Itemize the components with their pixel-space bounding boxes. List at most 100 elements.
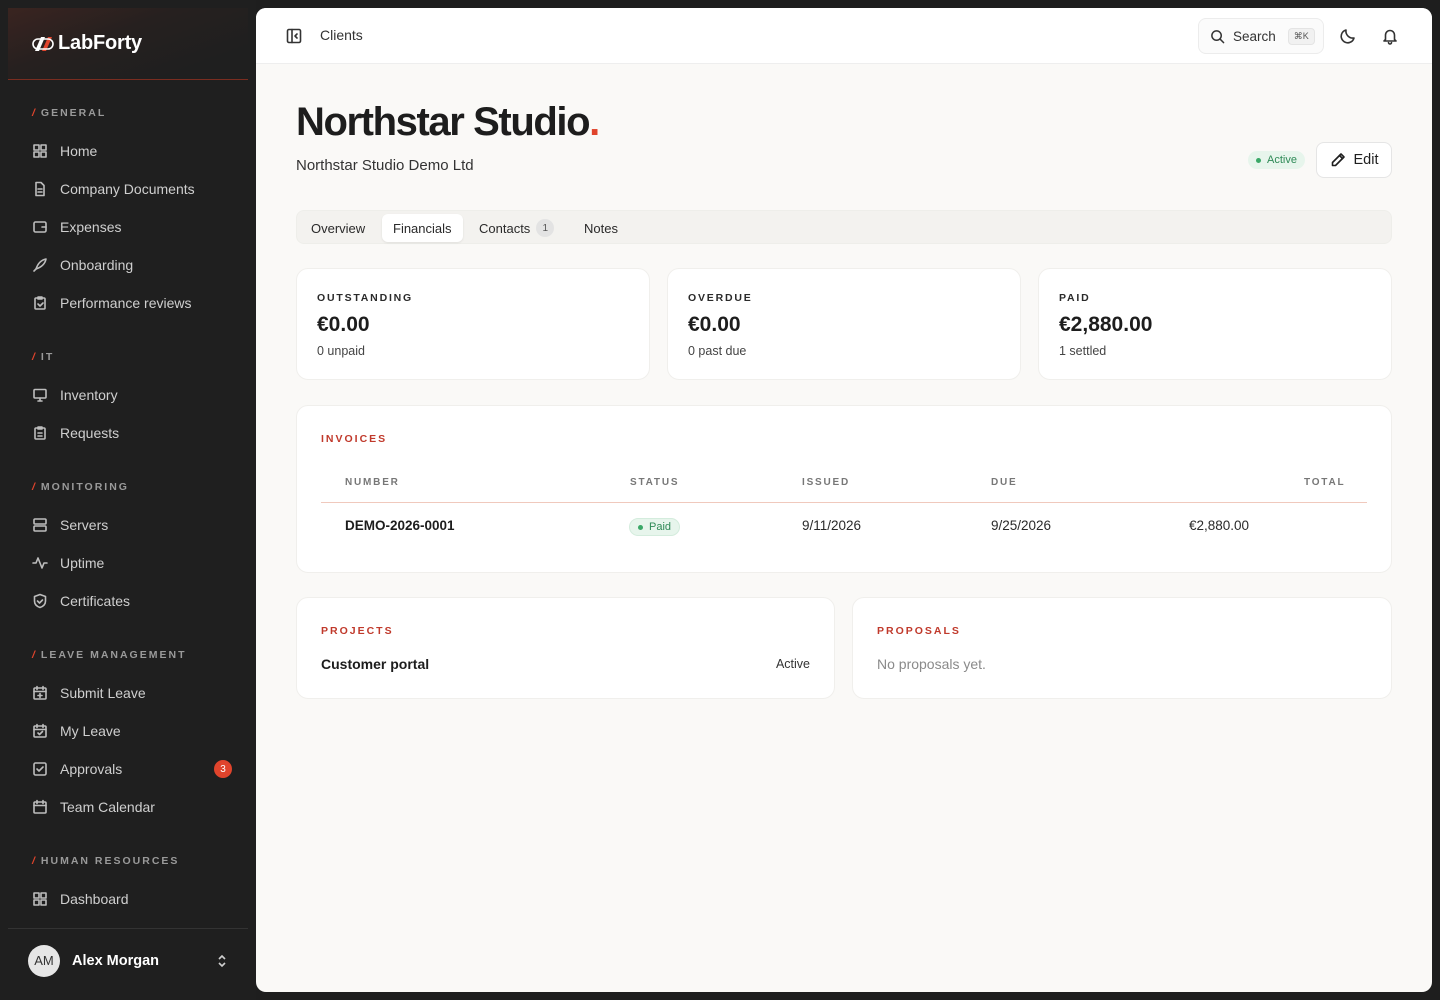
clipboard-list-icon — [32, 425, 48, 441]
stat-note: 1 settled — [1059, 344, 1107, 358]
nav-section-general: / GENERAL — [32, 107, 107, 119]
sidebar-item-performance-reviews[interactable]: Performance reviews — [20, 286, 244, 320]
search-icon — [1210, 29, 1225, 44]
sidebar-item-label: Uptime — [60, 555, 105, 571]
clipboard-icon — [32, 295, 48, 311]
user-name: Alex Morgan — [72, 952, 160, 969]
column-header-total: TOTAL — [1304, 477, 1346, 488]
server-icon — [32, 517, 48, 533]
stat-note: 0 past due — [688, 344, 747, 358]
search-label: Search — [1233, 28, 1276, 44]
tab-overview[interactable]: Overview — [300, 214, 376, 242]
tab-financials[interactable]: Financials — [382, 214, 463, 242]
sidebar-item-label: My Leave — [60, 723, 121, 739]
column-header-status: STATUS — [630, 477, 680, 488]
invoice-status-badge: Paid — [629, 518, 681, 536]
search-button[interactable]: Search ⌘K — [1198, 18, 1324, 54]
client-legal-name: Northstar Studio Demo Ltd — [296, 157, 474, 174]
breadcrumb[interactable]: Clients — [320, 27, 363, 43]
sidebar-item-certificates[interactable]: Certificates — [20, 584, 244, 618]
column-header-issued: ISSUED — [802, 477, 851, 488]
rocket-icon — [32, 257, 48, 273]
search-shortcut: ⌘K — [1287, 27, 1315, 45]
sidebar-item-company-documents[interactable]: Company Documents — [20, 172, 244, 206]
nav-section-it: / IT — [32, 351, 55, 363]
invoices-card: INVOICES NUMBER STATUS ISSUED DUE TOTAL … — [296, 405, 1392, 573]
sidebar-toggle-icon[interactable] — [286, 28, 302, 44]
sidebar-item-submit-leave[interactable]: Submit Leave — [20, 676, 244, 710]
stat-card-outstanding: OUTSTANDING €0.00 0 unpaid — [296, 268, 650, 380]
column-header-due: DUE — [991, 477, 1018, 488]
shield-icon — [32, 593, 48, 609]
sidebar-item-home[interactable]: Home — [20, 134, 244, 168]
sidebar-item-my-leave[interactable]: My Leave — [20, 714, 244, 748]
document-icon — [32, 181, 48, 197]
sidebar-item-label: Inventory — [60, 387, 118, 403]
proposals-title: PROPOSALS — [877, 625, 961, 637]
sidebar-item-label: Onboarding — [60, 257, 134, 273]
sidebar-item-label: Team Calendar — [60, 799, 155, 815]
pencil-icon — [1331, 153, 1345, 167]
sidebar-item-team-calendar[interactable]: Team Calendar — [20, 790, 244, 824]
sidebar-item-label: Performance reviews — [60, 295, 192, 311]
sidebar-item-inventory[interactable]: Inventory — [20, 378, 244, 412]
moon-icon[interactable] — [1339, 27, 1357, 45]
grid-icon — [32, 143, 48, 159]
sidebar: LabForty / GENERAL Home Company Documents… — [0, 0, 256, 1000]
edit-button[interactable]: Edit — [1316, 142, 1392, 178]
stat-label: OVERDUE — [688, 292, 753, 304]
bell-icon[interactable] — [1381, 27, 1399, 45]
invoice-total: €2,880.00 — [1189, 518, 1250, 533]
calendar-check-icon — [32, 723, 48, 739]
tab-contacts[interactable]: Contacts 1 — [468, 214, 565, 242]
tab-notes[interactable]: Notes — [573, 214, 629, 242]
sidebar-item-label: Company Documents — [60, 181, 195, 197]
sidebar-item-label: Home — [60, 143, 98, 159]
sidebar-item-uptime[interactable]: Uptime — [20, 546, 244, 580]
sidebar-item-onboarding[interactable]: Onboarding — [20, 248, 244, 282]
calendar-plus-icon — [32, 685, 48, 701]
main-content: Clients Search ⌘K Northstar Studio. Nort… — [256, 8, 1432, 992]
proposals-empty-state: No proposals yet. — [877, 656, 986, 672]
projects-title: PROJECTS — [321, 625, 394, 637]
nav-section-leave-management: / LEAVE MANAGEMENT — [32, 649, 187, 661]
brand[interactable]: LabForty — [8, 8, 248, 80]
sidebar-item-requests[interactable]: Requests — [20, 416, 244, 450]
sidebar-item-label: Dashboard — [60, 891, 129, 907]
invoice-number[interactable]: DEMO-2026-0001 — [345, 518, 455, 533]
stat-card-overdue: OVERDUE €0.00 0 past due — [667, 268, 1021, 380]
approvals-count-badge: 3 — [214, 760, 232, 778]
stat-note: 0 unpaid — [317, 344, 365, 358]
invoice-issued: 9/11/2026 — [802, 518, 862, 533]
labforty-logo-icon — [32, 36, 54, 51]
sidebar-item-label: Certificates — [60, 593, 131, 609]
stat-value: €0.00 — [688, 313, 741, 336]
sidebar-item-label: Submit Leave — [60, 685, 146, 701]
stat-label: OUTSTANDING — [317, 292, 414, 304]
invoice-due: 9/25/2026 — [991, 518, 1052, 533]
nav-section-monitoring: / MONITORING — [32, 481, 129, 493]
sidebar-item-dashboard[interactable]: Dashboard — [20, 882, 244, 916]
stat-value: €0.00 — [317, 313, 370, 336]
chevron-up-down-icon[interactable] — [216, 953, 228, 969]
sidebar-item-expenses[interactable]: Expenses — [20, 210, 244, 244]
invoices-title: INVOICES — [321, 433, 388, 445]
tab-bar: Overview Financials Contacts 1 Notes — [296, 210, 1392, 244]
status-badge: Active — [1248, 151, 1305, 169]
wallet-icon — [32, 219, 48, 235]
project-status: Active — [775, 657, 810, 671]
sidebar-item-label: Expenses — [60, 219, 122, 235]
topbar: Clients Search ⌘K — [256, 8, 1432, 64]
user-menu[interactable]: AM Alex Morgan — [8, 928, 248, 992]
sidebar-item-label: Requests — [60, 425, 120, 441]
stat-label: PAID — [1059, 292, 1091, 304]
sidebar-item-servers[interactable]: Servers — [20, 508, 244, 542]
sidebar-item-approvals[interactable]: Approvals 3 — [20, 752, 244, 786]
column-header-number: NUMBER — [345, 477, 400, 488]
proposals-card: PROPOSALS No proposals yet. — [852, 597, 1392, 699]
project-name[interactable]: Customer portal — [321, 656, 429, 672]
avatar: AM — [28, 944, 60, 977]
brand-name: LabForty — [58, 32, 142, 54]
activity-icon — [32, 555, 48, 571]
table-header-divider — [321, 502, 1367, 503]
